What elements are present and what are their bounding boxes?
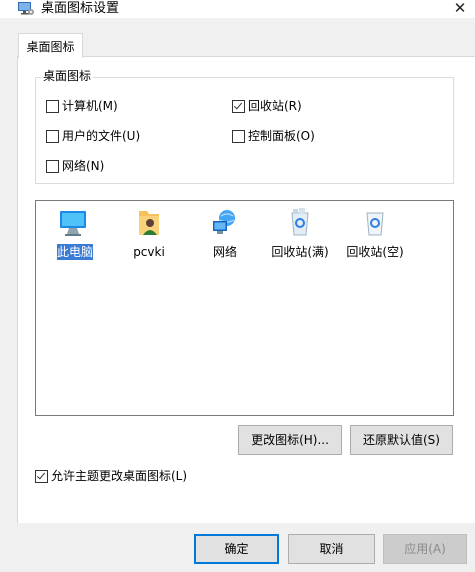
desktop-settings-icon [18,2,34,15]
apply-button[interactable]: 应用(A) [383,534,467,564]
title-bar: 桌面图标设置 ✕ [0,0,475,18]
checkbox-label: 控制面板(O) [248,129,315,143]
restore-default-button[interactable]: 还原默认值(S) [350,425,453,455]
list-item-recycle-bin-empty[interactable]: 回收站(空) [344,201,406,261]
checkbox-box[interactable] [232,130,245,143]
checkbox-box[interactable] [46,100,59,113]
icon-list[interactable]: 此电脑 pcvki 网络 回收站(满) 回收站(空) [35,200,454,416]
user-folder-icon [139,211,159,235]
list-item-this-pc[interactable]: 此电脑 [42,201,104,261]
icon-label: pcvki [133,245,165,259]
recycle-bin-empty-icon [366,212,384,236]
this-pc-icon [60,211,86,236]
window-title: 桌面图标设置 [41,1,120,16]
list-item-user-folder[interactable]: pcvki [118,201,180,261]
network-icon [213,210,235,234]
list-item-recycle-bin-full[interactable]: 回收站(满) [269,201,331,261]
change-icon-button[interactable]: 更改图标(H)... [238,425,342,455]
recycle-bin-full-icon [291,208,309,236]
icon-label: 此电脑 [57,244,94,260]
ok-button[interactable]: 确定 [194,534,279,564]
recycle-bin-checkbox[interactable]: 回收站(R) [232,99,352,115]
cancel-button[interactable]: 取消 [288,534,375,564]
groupbox-label: 桌面图标 [41,69,94,83]
checkbox-label: 用户的文件(U) [62,129,141,143]
icon-label: 网络 [212,245,237,259]
list-item-network[interactable]: 网络 [194,201,256,261]
checkbox-box[interactable] [46,160,59,173]
computer-checkbox[interactable]: 计算机(M) [46,99,166,115]
checkbox-label: 网络(N) [62,159,105,173]
checkbox-box[interactable] [46,130,59,143]
checkbox-box[interactable] [232,100,245,113]
user-files-checkbox[interactable]: 用户的文件(U) [46,129,186,145]
checkbox-label: 计算机(M) [62,99,118,113]
icon-label: 回收站(满) [271,245,329,259]
icon-label: 回收站(空) [346,245,404,259]
allow-themes-checkbox[interactable]: 允许主题更改桌面图标(L) [35,469,235,485]
control-panel-checkbox[interactable]: 控制面板(O) [232,129,372,145]
close-icon[interactable]: ✕ [448,0,472,17]
tab-label: 桌面图标 [26,40,75,54]
checkbox-box[interactable] [35,470,48,483]
network-checkbox[interactable]: 网络(N) [46,159,166,175]
checkbox-label: 回收站(R) [248,99,302,113]
checkbox-label: 允许主题更改桌面图标(L) [51,469,188,483]
tab-desktop-icons[interactable]: 桌面图标 [18,33,83,58]
